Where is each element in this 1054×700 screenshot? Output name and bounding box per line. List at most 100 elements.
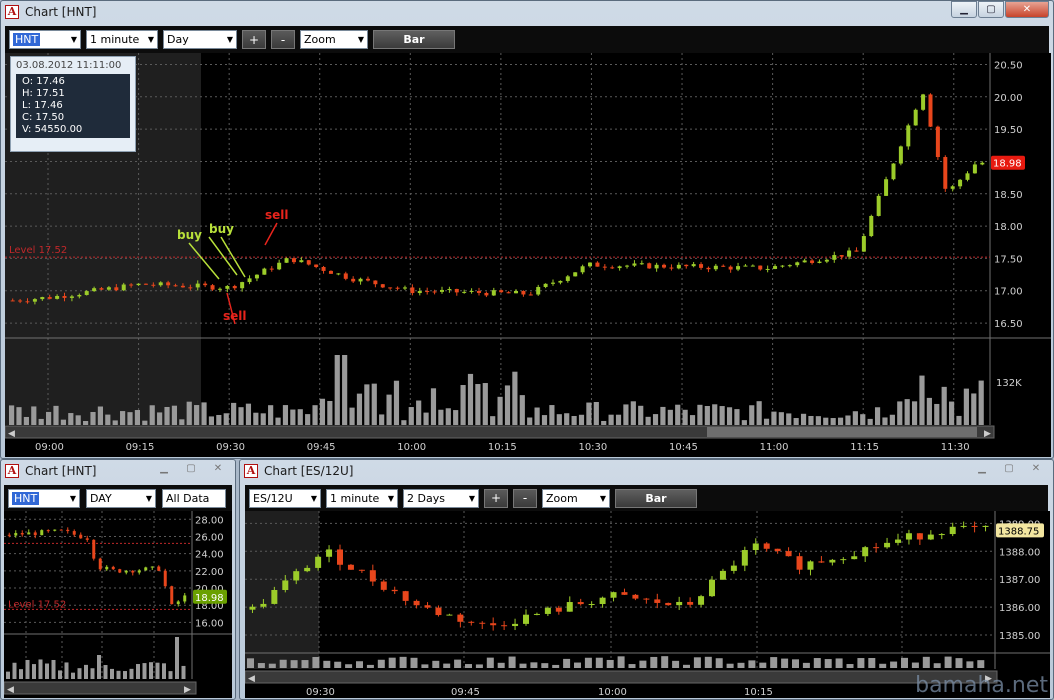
zoom-dropdown[interactable]: Zoom ▼ [542, 488, 610, 508]
close-button[interactable]: ✕ [1023, 460, 1049, 477]
price-candle [528, 294, 533, 296]
volume-bar [860, 414, 866, 425]
price-candle [832, 255, 837, 260]
zoom-in-button[interactable]: + [242, 30, 266, 49]
volume-bar [944, 656, 952, 668]
price-candle [232, 286, 237, 289]
range-dropdown[interactable]: All Data [162, 488, 226, 508]
volume-bar [922, 656, 930, 668]
volume-bar [25, 659, 30, 679]
zoom-in-button[interactable]: + [484, 488, 508, 508]
volume-bar [778, 412, 784, 425]
volume-bar [223, 413, 229, 425]
time-tick-label: 09:45 [307, 442, 336, 453]
price-candle [780, 265, 785, 267]
volume-bar [245, 403, 252, 425]
price-candle [373, 280, 378, 285]
maximize-button[interactable]: ▢ [978, 1, 1004, 18]
price-tick-label: 26.00 [195, 532, 224, 543]
daily-title-bar[interactable]: A Chart [HNT] ▁ ▢ ✕ [1, 460, 235, 482]
volume-bar [749, 405, 755, 425]
volume-bar [393, 380, 400, 425]
price-candle [499, 290, 504, 293]
symbol-dropdown[interactable]: HNT ▼ [8, 488, 80, 508]
bar-mode-button[interactable]: Bar [615, 488, 697, 508]
app-icon: A [5, 5, 19, 19]
daily-candle [20, 533, 24, 535]
es-candle [982, 525, 989, 527]
volume-bar [84, 664, 88, 679]
maximize-button[interactable]: ▢ [178, 460, 204, 477]
price-candle [166, 282, 171, 286]
volume-bar [129, 668, 134, 679]
daily-chart-area[interactable]: 28.00 26.00 24.00 22.00 20.00 18.00 16.00 Level… [4, 511, 232, 698]
interval-dropdown[interactable]: 1 minute ▼ [86, 30, 158, 49]
volume-bar [497, 662, 505, 668]
price-candle [321, 266, 326, 271]
price-candle [884, 179, 889, 196]
daily-toolbar: HNT ▼ DAY ▼ All Data [4, 485, 232, 511]
symbol-dropdown[interactable]: ES/12U ▼ [249, 488, 321, 508]
main-chart-area[interactable]: 20.5020.0019.5019.0018.5018.0017.5017.00… [5, 53, 1051, 457]
price-candle [388, 287, 393, 289]
close-button[interactable]: ✕ [205, 460, 231, 477]
scroll-left-icon: ◀ [8, 429, 15, 439]
es-candle [643, 598, 650, 600]
zoom-out-button[interactable]: - [513, 488, 537, 508]
price-candle [462, 291, 467, 293]
es-candle [665, 602, 672, 606]
zoom-out-button[interactable]: - [271, 30, 295, 49]
price-candle [676, 264, 681, 269]
volume-bar [388, 657, 396, 668]
price-candle [469, 290, 474, 292]
volume-bar [606, 659, 614, 668]
interval-dropdown[interactable]: 1 minute ▼ [326, 488, 398, 508]
es-candle [490, 623, 497, 626]
es-candle [271, 590, 278, 604]
price-candle [425, 291, 430, 293]
price-candle [358, 278, 363, 282]
info-low: L: 17.46 [22, 100, 63, 111]
es-candle [818, 561, 825, 563]
es-candle [796, 556, 803, 570]
es-candle [577, 602, 584, 605]
volume-bar [726, 663, 734, 668]
chevron-down-icon: ▼ [310, 493, 317, 503]
price-candle [284, 258, 289, 263]
minimize-button[interactable]: ▁ [151, 460, 177, 477]
volume-bar [837, 417, 844, 425]
volume-bar [650, 656, 658, 668]
price-candle [617, 266, 622, 269]
zoom-dropdown[interactable]: Zoom ▼ [300, 30, 368, 49]
volume-bar [763, 418, 770, 425]
close-button[interactable]: ✕ [1005, 1, 1049, 18]
price-candle [173, 285, 178, 287]
volume-bar [275, 417, 281, 425]
maximize-button[interactable]: ▢ [996, 460, 1022, 477]
volume-bar [672, 660, 680, 668]
horizontal-scrollbar [245, 670, 998, 684]
volume-bar [704, 405, 710, 425]
interval-dropdown[interactable]: DAY ▼ [86, 488, 156, 508]
volume-bar [556, 414, 562, 425]
range-dropdown[interactable]: Day ▼ [163, 30, 237, 49]
main-title-bar[interactable]: A Chart [HNT] ▁ ▢ ✕ [1, 1, 1053, 23]
price-candle [721, 265, 726, 267]
scrollbar-thumb [707, 427, 977, 437]
range-dropdown[interactable]: 2 Days ▼ [403, 488, 479, 508]
es-candle [588, 603, 595, 605]
es-chart-area[interactable]: 1389.001388.001387.001386.001385.001388.… [245, 511, 1050, 698]
price-tick-label: 1385.00 [999, 631, 1040, 642]
volume-bar [889, 414, 895, 425]
volume-bar [149, 405, 155, 425]
volume-bar [334, 661, 342, 668]
es-title-bar[interactable]: A Chart [ES/12U] ▁ ▢ ✕ [240, 460, 1053, 482]
minimize-button[interactable]: ▁ [969, 460, 995, 477]
symbol-dropdown[interactable]: HNT ▼ [9, 30, 81, 49]
volume-bar [301, 660, 309, 668]
volume-bar [445, 408, 451, 425]
bar-mode-button[interactable]: Bar [373, 30, 455, 49]
minimize-button[interactable]: ▁ [951, 1, 977, 18]
volume-bar [68, 413, 74, 425]
annotation-label: sell [223, 309, 247, 323]
